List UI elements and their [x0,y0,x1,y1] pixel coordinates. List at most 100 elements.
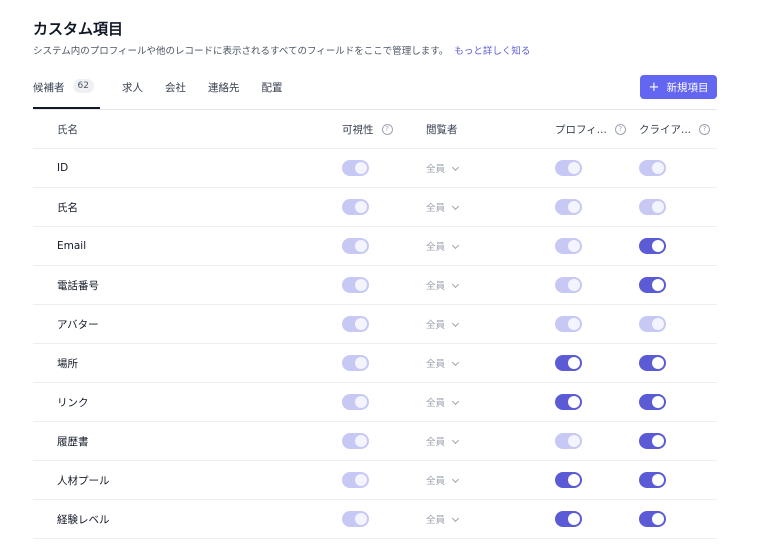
visibility-toggle[interactable] [342,355,369,371]
toggle-knob [652,318,664,330]
profile-toggle[interactable] [555,433,582,449]
field-name: 電話番号 [57,279,99,292]
table-header: 氏名 可視性? 閲覧者 プロフィ...? クライア...? [33,110,717,149]
help-icon[interactable]: ? [614,123,626,135]
client-toggle[interactable] [639,160,666,176]
profile-toggle[interactable] [555,472,582,488]
field-name: 氏名 [57,201,78,214]
toggle-knob [652,279,664,291]
visibility-toggle[interactable] [342,277,369,293]
field-name: リンク [57,396,89,409]
toggle-knob [652,396,664,408]
header-client: クライア... [639,123,692,136]
viewer-value: 全員 [426,476,446,487]
page-description: システム内のプロフィールや他のレコードに表示されるすべてのフィールドをここで管理… [33,43,530,57]
chevron-down-icon [451,475,460,484]
table-row: 場所 全員 [33,344,717,383]
table-row: 電話番号 全員 [33,266,717,305]
viewer-dropdown[interactable]: 全員 [426,512,460,526]
visibility-toggle[interactable] [342,511,369,527]
header-profile: プロフィ... [555,123,607,136]
count-badge: 62 [72,79,94,93]
toggle-knob [568,240,580,252]
field-name: 場所 [57,357,78,370]
tab-label: 会社 [164,82,186,94]
client-toggle[interactable] [639,199,666,215]
chevron-down-icon [451,241,460,250]
visibility-toggle[interactable] [342,160,369,176]
profile-toggle[interactable] [555,199,582,215]
visibility-toggle[interactable] [342,394,369,410]
header-viewer: 閲覧者 [426,123,458,136]
visibility-toggle[interactable] [342,433,369,449]
viewer-value: 全員 [426,164,446,175]
viewer-value: 全員 [426,203,446,214]
toggle-knob [355,513,367,525]
tab-candidates[interactable]: 候補者 62 [33,79,100,109]
field-name: 履歴書 [57,435,89,448]
viewer-value: 全員 [426,242,446,253]
visibility-toggle[interactable] [342,238,369,254]
client-toggle[interactable] [639,511,666,527]
visibility-toggle[interactable] [342,472,369,488]
chevron-down-icon [451,358,460,367]
visibility-toggle[interactable] [342,316,369,332]
chevron-down-icon [451,280,460,289]
toggle-knob [355,279,367,291]
toggle-knob [568,396,580,408]
tab-jobs[interactable]: 求人 [122,80,143,107]
table-row: アバター 全員 [33,305,717,344]
toggle-knob [652,240,664,252]
viewer-dropdown[interactable]: 全員 [426,239,460,253]
visibility-toggle[interactable] [342,199,369,215]
profile-toggle[interactable] [555,277,582,293]
toggle-knob [355,396,367,408]
client-toggle[interactable] [639,472,666,488]
viewer-value: 全員 [426,320,446,331]
add-field-button[interactable]: + 新規項目 [640,75,717,99]
viewer-dropdown[interactable]: 全員 [426,200,460,214]
tab-placements[interactable]: 配置 [261,80,282,107]
viewer-value: 全員 [426,359,446,370]
viewer-dropdown[interactable]: 全員 [426,395,460,409]
profile-toggle[interactable] [555,160,582,176]
viewer-dropdown[interactable]: 全員 [426,278,460,292]
table-row: ID 全員 [33,149,717,188]
table-row: 氏名 全員 [33,188,717,227]
viewer-dropdown[interactable]: 全員 [426,161,460,175]
client-toggle[interactable] [639,316,666,332]
profile-toggle[interactable] [555,511,582,527]
header-name: 氏名 [57,123,78,136]
profile-toggle[interactable] [555,394,582,410]
toggle-knob [355,201,367,213]
client-toggle[interactable] [639,355,666,371]
profile-toggle[interactable] [555,355,582,371]
tab-companies[interactable]: 会社 [165,80,186,107]
client-toggle[interactable] [639,238,666,254]
viewer-dropdown[interactable]: 全員 [426,317,460,331]
viewer-dropdown[interactable]: 全員 [426,434,460,448]
tab-contacts[interactable]: 連絡先 [208,80,240,107]
toggle-knob [568,201,580,213]
profile-toggle[interactable] [555,316,582,332]
viewer-dropdown[interactable]: 全員 [426,356,460,370]
viewer-dropdown[interactable]: 全員 [426,473,460,487]
client-toggle[interactable] [639,277,666,293]
toggle-knob [355,357,367,369]
client-toggle[interactable] [639,394,666,410]
tab-label: 連絡先 [207,82,240,94]
chevron-down-icon [451,514,460,523]
client-toggle[interactable] [639,433,666,449]
toggle-knob [355,162,367,174]
field-name: 人材プール [57,474,110,487]
field-name: ID [57,162,69,174]
learn-more-link[interactable]: もっと詳しく知る [454,46,530,57]
table-row: 人材プール 全員 [33,461,717,500]
profile-toggle[interactable] [555,238,582,254]
table-body: ID 全員 氏名 全員 Email 全員 電話番号 全員 アバター 全員 場所 全員 リンク 全員 履歴書全… [33,149,717,539]
toggle-knob [568,474,580,486]
help-icon[interactable]: ? [381,123,393,135]
chevron-down-icon [451,397,460,406]
toggle-knob [652,201,664,213]
help-icon[interactable]: ? [699,123,711,135]
